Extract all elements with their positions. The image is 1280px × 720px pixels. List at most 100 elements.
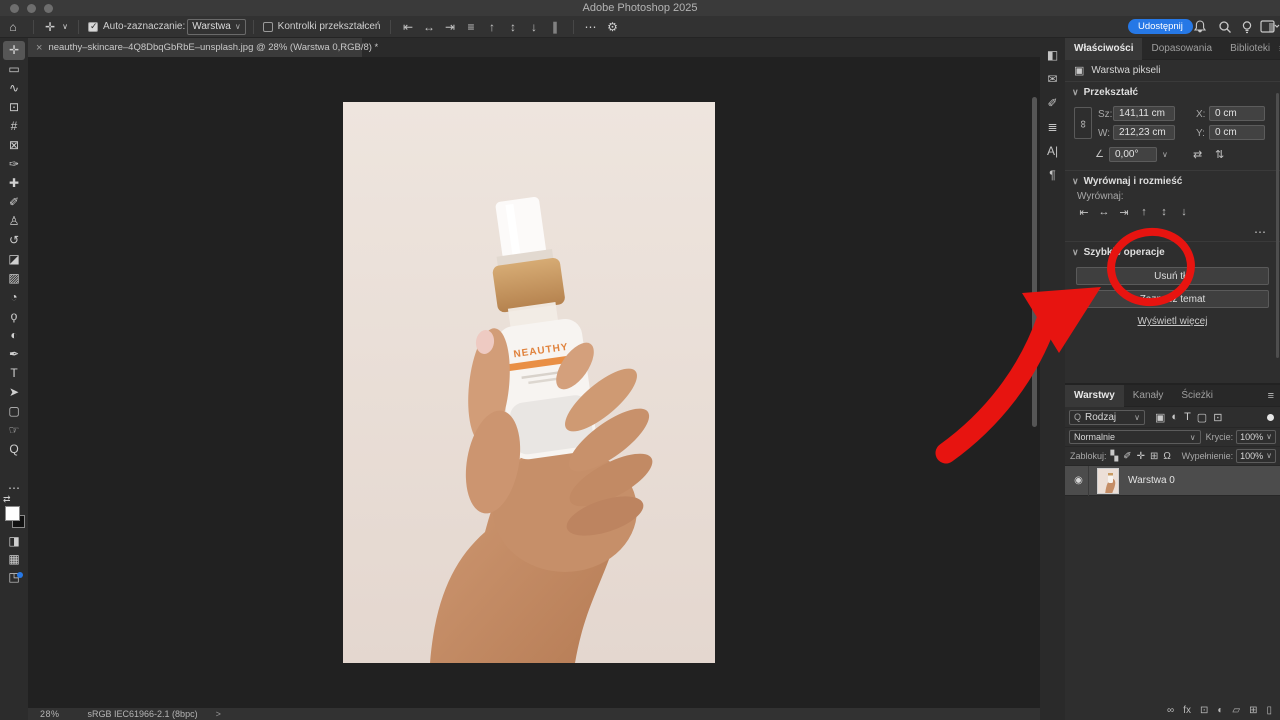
align-right-icon[interactable]: ⇥ [440,20,461,34]
align-h-center-icon[interactable]: ↔ [419,20,440,34]
tab-adjustments[interactable]: Dopasowania [1142,38,1221,60]
shape-filter-icon[interactable]: ▢ [1197,411,1207,424]
align-top-icon[interactable]: ↑ [482,20,503,34]
search-icon[interactable] [1217,19,1233,35]
tab-channels[interactable]: Kanały [1124,385,1173,407]
zoom-tool[interactable]: Q [3,440,25,459]
y-input[interactable]: 0 cm [1209,125,1265,140]
close-tab-icon[interactable]: × [36,42,42,54]
shape-tool[interactable]: ▢ [3,402,25,421]
quick-mask-icon[interactable]: ◨ [0,534,28,548]
align-v-center-icon[interactable]: ↕ [1157,206,1171,219]
lasso-tool[interactable]: ∿ [3,79,25,98]
foreground-color-swatch[interactable] [5,506,20,521]
document-canvas[interactable]: NEAUTHY [343,102,715,663]
width-input[interactable]: 141,11 cm [1113,106,1175,121]
layer-name[interactable]: Warstwa 0 [1128,475,1175,486]
lock-position-icon[interactable]: ✛ [1137,451,1145,462]
smudge-tool[interactable]: ϙ [3,307,25,326]
lock-artboard-icon[interactable]: ⊞ [1150,451,1158,462]
show-more-link[interactable]: Wyświetl więcej [1065,316,1280,327]
transform-section-header[interactable]: ∨ Przekształć [1065,82,1280,102]
share-button[interactable]: Udostępnij [1128,19,1193,34]
filter-type-dropdown[interactable]: Q Rodzaj ∨ [1069,410,1145,425]
zoom-level[interactable]: 28% [40,709,60,719]
delete-layer-icon[interactable]: ▯ [1266,705,1272,716]
link-layers-icon[interactable]: ∞ [1167,705,1174,716]
document-tab[interactable]: × neauthy–skincare–4Q8DbqGbRbE–unsplash.… [28,38,362,57]
x-input[interactable]: 0 cm [1209,106,1265,121]
marquee-tool[interactable]: ▭ [3,60,25,79]
link-dimensions-button[interactable]: ∞ [1074,107,1092,139]
vertical-scrollbar[interactable] [1032,97,1037,427]
move-tool-icon[interactable]: ✛ [41,16,59,38]
more-tools-icon[interactable]: ⋯ [0,481,28,495]
character-panel-icon[interactable]: A| [1043,144,1063,158]
align-more-icon[interactable]: ⋯ [1065,225,1280,239]
new-group-icon[interactable]: ▱ [1232,705,1240,716]
blur-tool[interactable]: ◔ [3,288,25,307]
tab-properties[interactable]: Właściwości [1065,38,1142,60]
flip-vertical-icon[interactable]: ⇅ [1215,148,1224,161]
bell-icon[interactable] [1192,19,1208,35]
align-bottom-icon[interactable]: ↓ [524,20,545,34]
color-panel-icon[interactable]: ◧ [1043,48,1063,62]
align-left-icon[interactable]: ⇤ [1077,206,1091,219]
brushes-panel-icon[interactable]: ≣ [1043,120,1063,134]
transform-controls-checkbox[interactable] [263,22,273,32]
align-right-icon[interactable]: ⇥ [1117,206,1131,219]
layer-visibility-eye-icon[interactable]: ◉ [1069,466,1089,496]
home-icon[interactable]: ⌂ [0,16,26,38]
blend-mode-dropdown[interactable]: Normalnie ∨ [1069,430,1201,444]
quick-actions-section-header[interactable]: ∨ Szybkie operacje [1065,242,1280,262]
opacity-input[interactable]: 100% ∨ [1236,430,1276,444]
eyedropper-tool[interactable]: ✑ [3,155,25,174]
tab-layers[interactable]: Warstwy [1065,385,1124,407]
lock-all-icon[interactable]: Ω [1163,451,1170,462]
angle-input[interactable]: 0,00° [1109,147,1157,162]
history-brush-tool[interactable]: ↺ [3,231,25,250]
swap-colors-icon[interactable]: ⇄ [3,494,11,505]
discover-bulb-icon[interactable] [1239,19,1255,35]
layer-thumbnail[interactable] [1097,468,1119,494]
align-left-icon[interactable]: ⇤ [398,20,419,34]
align-top-icon[interactable]: ↑ [1137,206,1151,219]
tab-paths[interactable]: Ścieżki [1172,385,1222,407]
gradient-tool[interactable]: ▨ [3,269,25,288]
path-selection-tool[interactable]: ➤ [3,383,25,402]
layer-mask-icon[interactable]: ⊡ [1200,705,1208,716]
pen-tool[interactable]: ✒ [3,345,25,364]
minimize-window-icon[interactable] [27,4,36,13]
lock-pixels-icon[interactable]: ✐ [1123,451,1131,462]
chevron-down-icon[interactable]: ∨ [59,16,71,38]
status-chevron-icon[interactable]: > [216,709,221,719]
pixel-filter-icon[interactable]: ▣ [1155,411,1165,424]
properties-scrollbar[interactable] [1276,93,1279,358]
panel-menu-icon[interactable]: ≡ [1268,390,1274,402]
share-image-icon[interactable]: ◳ [0,570,28,584]
auto-select-checkbox[interactable] [88,22,98,32]
object-selection-tool[interactable]: ⊡ [3,98,25,117]
canvas-pasteboard[interactable]: NEAUTHY [28,57,1040,708]
zoom-window-icon[interactable] [44,4,53,13]
remove-background-button[interactable]: Usuń tło [1076,267,1269,285]
crop-tool[interactable]: # [3,117,25,136]
frame-tool[interactable]: ⊠ [3,136,25,155]
more-options-icon[interactable]: ⋯ [581,16,601,38]
align-h-center-icon[interactable]: ↔ [1097,206,1111,219]
layer-effects-icon[interactable]: fx [1183,705,1191,716]
close-window-icon[interactable] [10,4,19,13]
lock-transparency-icon[interactable]: ▚ [1111,451,1119,462]
brush-tool[interactable]: ✐ [3,193,25,212]
filter-toggle[interactable] [1267,414,1274,421]
type-filter-icon[interactable]: T [1184,411,1191,424]
flip-horizontal-icon[interactable]: ⇄ [1193,148,1202,161]
align-section-header[interactable]: ∨ Wyrównaj i rozmieść [1065,171,1280,191]
align-bottom-icon[interactable]: ↓ [1177,206,1191,219]
gear-icon[interactable]: ⚙ [601,16,625,38]
smart-object-filter-icon[interactable]: ⊡ [1213,411,1222,424]
distribute-h-icon[interactable]: ≡ [461,20,482,34]
distribute-v-icon[interactable]: ∥ [545,20,566,34]
brush-settings-panel-icon[interactable]: ✐ [1043,96,1063,110]
select-subject-button[interactable]: Zaznacz temat [1076,290,1269,308]
